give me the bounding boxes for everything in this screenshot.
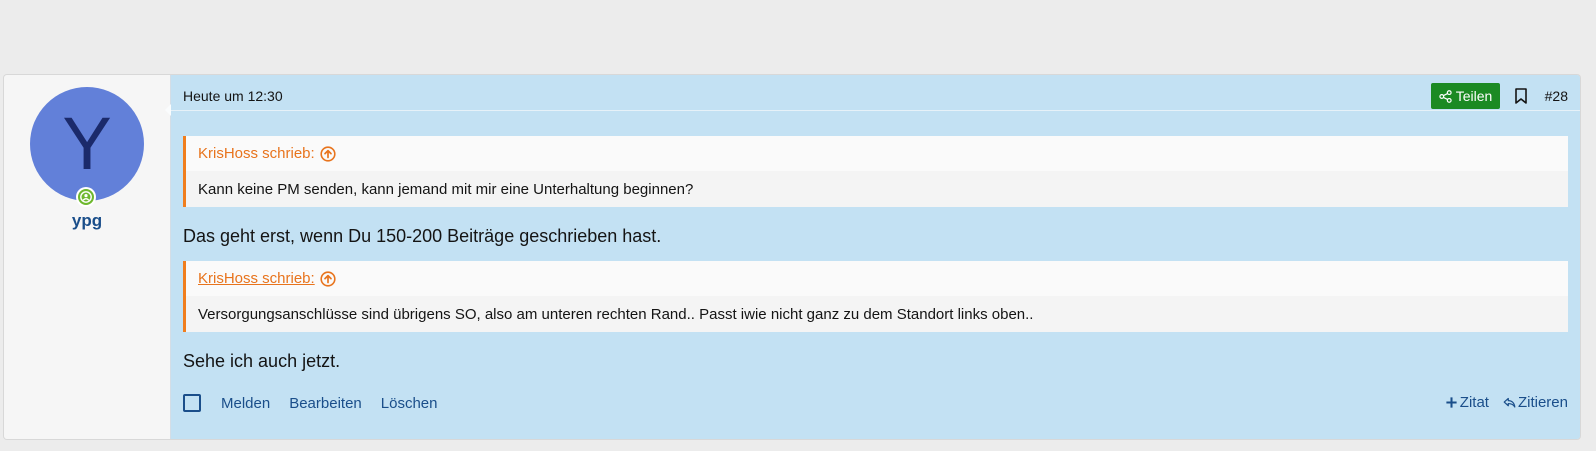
bookmark-icon[interactable]	[1514, 88, 1528, 104]
reply-icon	[1503, 397, 1516, 408]
forum-post: Y ypg Heute um 12:30 Teilen #28 KrisHoss…	[4, 75, 1580, 439]
post-footer: Melden Bearbeiten Löschen Zitat Zitieren	[183, 388, 1568, 416]
quote-block: KrisHoss schrieb: Kann keine PM senden, …	[183, 136, 1568, 207]
quote-text: Versorgungsanschlüsse sind übrigens SO, …	[198, 305, 1034, 323]
footer-actions: Zitat Zitieren	[1445, 388, 1568, 416]
quote-author-link[interactable]: KrisHoss schrieb:	[198, 145, 315, 162]
reply-quote-label: Zitieren	[1517, 393, 1568, 411]
avatar[interactable]: Y	[30, 87, 144, 201]
share-button[interactable]: Teilen	[1431, 83, 1500, 109]
add-quote-button[interactable]: Zitat	[1445, 394, 1489, 411]
plus-icon	[1446, 396, 1457, 408]
message-cell: Heute um 12:30 Teilen #28 KrisHoss schri…	[171, 75, 1580, 439]
user-cell: Y ypg	[4, 75, 174, 439]
post-header: Heute um 12:30 Teilen #28	[171, 75, 1580, 111]
online-status-icon	[76, 187, 96, 207]
post-number[interactable]: #28	[1545, 88, 1568, 104]
delete-link[interactable]: Löschen	[381, 395, 438, 412]
add-quote-label: Zitat	[1459, 393, 1489, 411]
quote-arrow-up-icon[interactable]	[320, 270, 336, 287]
username-link[interactable]: ypg	[4, 211, 170, 231]
share-label: Teilen	[1455, 88, 1493, 104]
message-paragraph: Das geht erst, wenn Du 150-200 Beiträge …	[183, 226, 662, 246]
select-checkbox[interactable]	[183, 394, 201, 412]
share-icon	[1439, 89, 1452, 103]
quote-block: KrisHoss schrieb: Versorgungsanschlüsse …	[183, 261, 1568, 332]
quote-arrow-up-icon[interactable]	[320, 145, 336, 162]
report-link[interactable]: Melden	[221, 395, 270, 412]
post-date[interactable]: Heute um 12:30	[183, 88, 283, 104]
reply-quote-button[interactable]: Zitieren	[1503, 394, 1568, 411]
quote-header: KrisHoss schrieb:	[186, 136, 1568, 171]
avatar-letter: Y	[62, 102, 112, 185]
edit-link[interactable]: Bearbeiten	[289, 395, 362, 412]
quote-text: Kann keine PM senden, kann jemand mit mi…	[198, 180, 694, 198]
quote-author-link[interactable]: KrisHoss schrieb:	[198, 270, 315, 287]
message-paragraph: Sehe ich auch jetzt.	[183, 351, 341, 371]
quote-header: KrisHoss schrieb:	[186, 261, 1568, 296]
